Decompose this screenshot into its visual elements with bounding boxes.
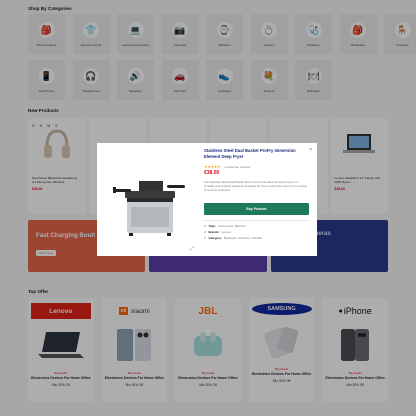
reviews-count[interactable]: 0 customer reviews	[224, 165, 250, 169]
brands-label: Brands:	[208, 230, 220, 234]
zoom-icon[interactable]: ⤢	[190, 246, 194, 252]
quick-view-modal: × ⤢ Stainless Steel Dual Basket ProFry I…	[97, 143, 317, 256]
tags-row: ✔ Tags: Instruments, Machine	[204, 224, 314, 228]
product-title: Stainless Steel Dual Basket ProFry Immer…	[204, 148, 296, 159]
divider	[204, 220, 309, 221]
rating: ★★★★★ 0 customer reviews	[204, 164, 250, 169]
check-icon: ✔	[204, 224, 207, 228]
product-description: The Stainless Steel Dual Basket ProFry I…	[204, 180, 307, 192]
brands-value[interactable]: Lenovo	[221, 230, 230, 234]
buy-product-button[interactable]: Buy Product	[204, 203, 309, 215]
tags-label: Tags:	[208, 224, 216, 228]
tags-value[interactable]: Instruments, Machine	[218, 224, 246, 228]
category-label: Category:	[208, 236, 222, 240]
brands-row: ✔ Brands: Lenovo	[204, 230, 314, 234]
star-rating: ★★★★★	[204, 164, 221, 169]
product-price: €38.00	[204, 170, 220, 176]
check-icon: ✔	[204, 236, 207, 240]
check-icon: ✔	[204, 230, 207, 234]
category-row: ✔ Category: Backpack, Gift Items, SHOES	[204, 236, 314, 240]
category-value[interactable]: Backpack, Gift Items, SHOES	[224, 236, 262, 240]
close-icon[interactable]: ×	[309, 147, 312, 153]
deep-fryer-image	[109, 163, 189, 243]
